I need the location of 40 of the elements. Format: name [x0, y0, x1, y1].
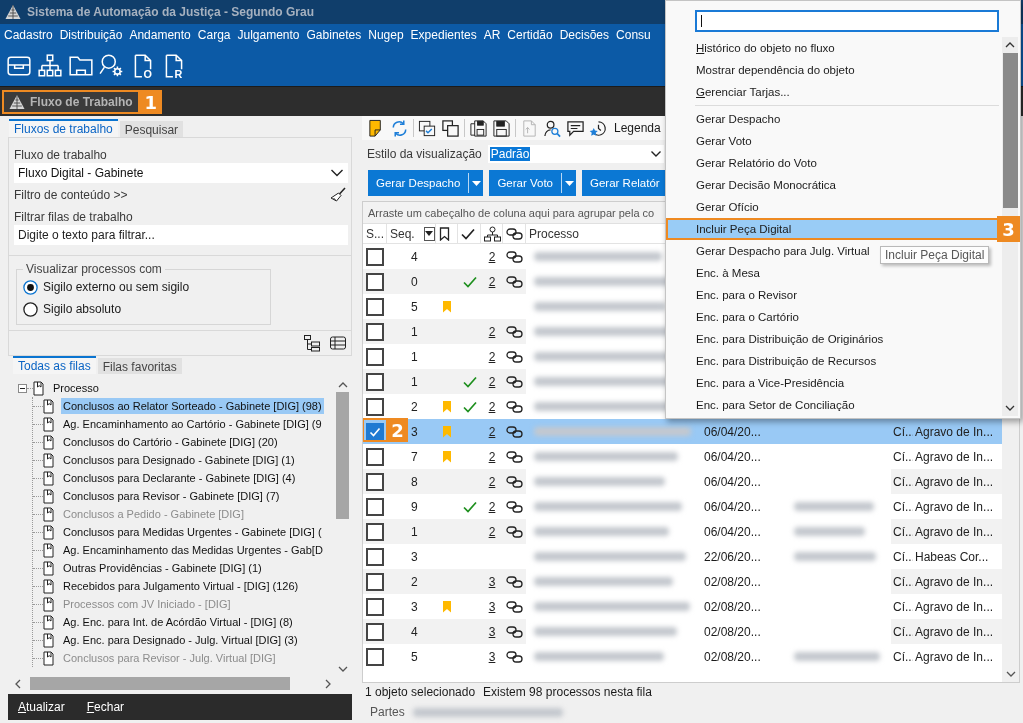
table-cell: 7: [411, 449, 418, 464]
table-cell: 0: [411, 274, 418, 289]
table-cell: 4: [411, 624, 418, 639]
radio-label: Sigilo absoluto: [43, 302, 122, 316]
table-cell: 5: [411, 299, 418, 314]
table-cell: 3: [411, 549, 418, 564]
table-cell-text: 06/04/20...: [703, 423, 762, 441]
table-cell: 3: [411, 424, 418, 439]
table-cell: 1: [411, 374, 418, 389]
field-label: Filtrar filas de trabalho: [14, 209, 133, 225]
table-cell: 1: [411, 524, 418, 539]
table-cell-text: Habeas Cor...: [914, 548, 990, 566]
table-cell: 02/08/20...: [696, 569, 786, 594]
radio-label: Sigilo externo ou sem sigilo: [43, 280, 190, 294]
group-by-hint: Arraste um cabeçalho de coluna aqui para agrupar pela co: [368, 206, 655, 219]
table-cell: 06/04/20...: [696, 469, 786, 494]
table-cell: 3: [411, 599, 418, 614]
table-cell: 5: [411, 649, 418, 664]
tooltip: Incluir Peça Digital: [880, 246, 990, 264]
table-cell: 1: [411, 349, 418, 364]
callout-badge: 3: [997, 216, 1020, 242]
window-title: Sistema de Automação da Justiça - Segundo Grau: [27, 5, 314, 19]
select-value: Padrão: [489, 146, 531, 161]
table-cell: 4: [411, 249, 418, 264]
table-cell: 2: [411, 574, 418, 589]
callout-badge: 1: [139, 90, 162, 114]
field-label: Fluxo de trabalho: [14, 147, 107, 163]
field-label: Estilo da visualização: [367, 146, 482, 161]
table-cell: 06/04/20...: [696, 519, 786, 544]
table-cell-text: Cí...: [892, 548, 913, 566]
status-text: Existem 98 processos nesta fila: [483, 685, 652, 699]
table-cell: 9: [411, 499, 418, 514]
table-cell: 1: [411, 324, 418, 339]
group-legend: Visualizar processos com: [23, 262, 165, 276]
table-cell: 2: [411, 399, 418, 414]
table-cell: 8: [411, 474, 418, 489]
field-label: Partes: [370, 705, 405, 719]
callout-badge: 2: [387, 418, 408, 442]
status-text: 1 objeto selecionado: [365, 685, 476, 699]
table-cell: 02/08/20...: [696, 619, 786, 644]
